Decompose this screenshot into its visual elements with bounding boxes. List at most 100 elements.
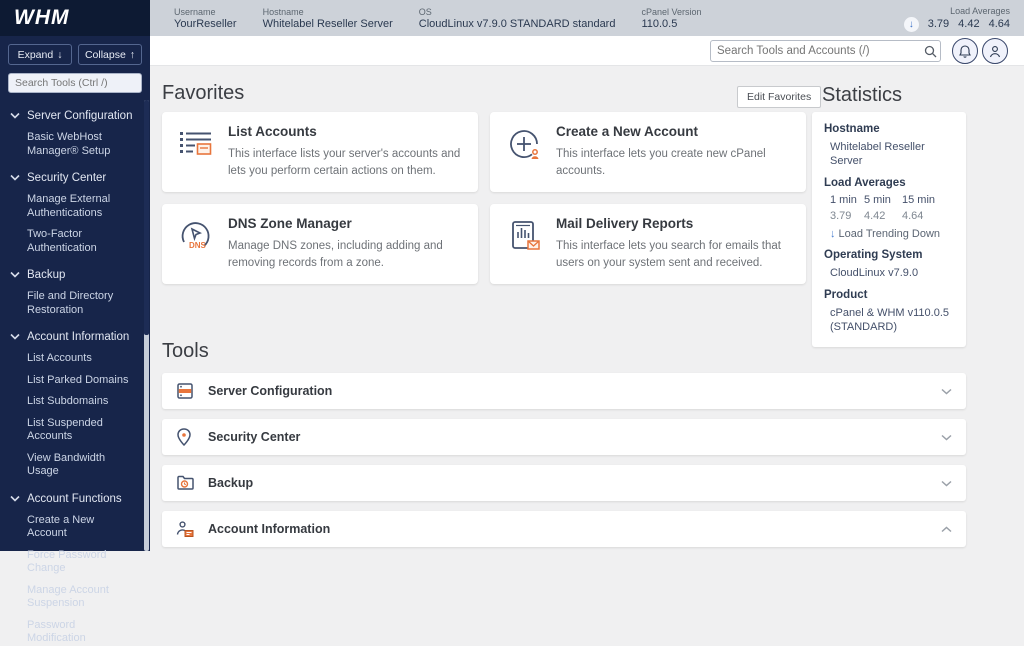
main-header — [150, 36, 1024, 66]
search-icon[interactable] — [920, 45, 940, 58]
create-new-account-icon — [504, 124, 544, 180]
sidebar-item-list-parked-domains[interactable]: List Parked Domains — [27, 374, 136, 388]
chevron-down-icon — [10, 174, 20, 181]
load-averages: Load Averages ↓ 3.79 4.42 4.64 — [903, 5, 1010, 32]
sidebar-nav: Server Configuration Basic WebHost Manag… — [0, 93, 150, 646]
sidebar-item-list-suspended-accounts[interactable]: List Suspended Accounts — [27, 417, 136, 444]
hostname-value: Whitelabel Reseller Server — [262, 17, 393, 30]
tool-group-security-center[interactable]: Security Center — [162, 419, 966, 455]
chevron-down-icon — [10, 112, 20, 119]
section-label: Account Functions — [27, 492, 122, 505]
section-label: Server Configuration — [27, 110, 133, 122]
hostname-stat-label: Hostname — [824, 123, 880, 135]
sidebar-scrollbar-thumb[interactable] — [144, 100, 149, 335]
trend-label: Load Trending Down — [838, 228, 941, 240]
topbar-field-username: Username YourReseller — [174, 6, 237, 31]
account-information-icon — [176, 520, 196, 538]
username-value: YourReseller — [174, 17, 237, 30]
edit-favorites-button[interactable]: Edit Favorites — [737, 86, 822, 108]
sidebar-item-manage-account-suspension[interactable]: Manage Account Suspension — [27, 584, 136, 611]
os-stat-label: Operating System — [824, 249, 923, 261]
card-title: Mail Delivery Reports — [556, 216, 694, 231]
topbar-field-hostname: Hostname Whitelabel Reseller Server — [263, 6, 393, 31]
tools-title: Tools — [162, 340, 209, 362]
hostname-stat-value: Whitelabel Reseller Server — [830, 141, 925, 167]
user-menu-button[interactable] — [982, 38, 1008, 64]
server-configuration-icon — [176, 382, 196, 400]
tool-group-backup[interactable]: Backup — [162, 465, 966, 501]
chevron-down-icon — [941, 480, 952, 487]
sidebar-scrollbar-track[interactable] — [144, 100, 149, 551]
tool-group-label: Backup — [208, 476, 254, 490]
card-list-accounts[interactable]: List Accounts This interface lists your … — [162, 112, 478, 192]
card-title: List Accounts — [228, 124, 317, 139]
sidebar-item-force-password-change[interactable]: Force Password Change — [27, 549, 136, 576]
sidebar-section-account-information[interactable]: Account Information — [10, 330, 136, 344]
card-create-new-account[interactable]: Create a New Account This interface lets… — [490, 112, 806, 192]
sidebar-section-account-functions[interactable]: Account Functions — [10, 492, 136, 506]
sidebar-item-file-and-directory-restoration[interactable]: File and Directory Restoration — [27, 290, 136, 317]
username-label: Username — [174, 6, 216, 17]
tools-accordion: Server Configuration Security Center Bac… — [162, 373, 966, 557]
load-trend-down-icon: ↓ — [903, 16, 919, 32]
product-stat-label: Product — [824, 289, 868, 301]
topbar-info: Username YourReseller Hostname Whitelabe… — [150, 0, 1024, 36]
statistics-panel: Hostname Whitelabel Reseller Server Load… — [812, 112, 966, 347]
arrow-up-icon: ↑ — [129, 48, 136, 61]
notifications-button[interactable] — [952, 38, 978, 64]
sidebar-item-password-modification[interactable]: Password Modification — [27, 619, 136, 646]
tool-group-account-information[interactable]: Account Information — [162, 511, 966, 547]
chevron-down-icon — [10, 495, 20, 502]
section-label: Account Information — [27, 331, 130, 343]
chevron-down-icon — [10, 271, 20, 278]
search-tools-accounts-input[interactable] — [711, 45, 920, 57]
load-val-15min: 4.64 — [902, 210, 924, 222]
collapse-button[interactable]: Collapse ↑ — [78, 44, 142, 65]
expand-label: Expand — [17, 48, 54, 61]
load-val-5min: 4.42 — [864, 210, 886, 222]
bell-icon — [959, 44, 971, 58]
tool-group-label: Account Information — [208, 522, 331, 536]
sidebar-section-server-configuration[interactable]: Server Configuration — [10, 109, 136, 123]
sidebar-section-security-center[interactable]: Security Center — [10, 171, 136, 185]
sidebar-item-view-bandwidth-usage[interactable]: View Bandwidth Usage — [27, 452, 136, 479]
favorites-cards: List Accounts This interface lists your … — [162, 112, 806, 284]
section-label: Security Center — [27, 172, 107, 184]
load-col-1min: 1 min — [830, 194, 857, 206]
whm-logo[interactable]: WHM — [0, 0, 150, 36]
load-1min: 3.79 — [927, 18, 950, 30]
cpanel-version-label: cPanel Version — [641, 6, 702, 17]
card-title: DNS Zone Manager — [228, 216, 352, 231]
card-dns-zone-manager[interactable]: DNS DNS Zone Manager Manage DNS zones, i… — [162, 204, 478, 284]
card-mail-delivery-reports[interactable]: Mail Delivery Reports This interface let… — [490, 204, 806, 284]
load-col-5min: 5 min — [864, 194, 891, 206]
sidebar-item-list-accounts[interactable]: List Accounts — [27, 352, 136, 366]
product-stat-value: cPanel & WHM v110.0.5 (STANDARD) — [830, 307, 950, 333]
whm-logo-text: WHM — [14, 6, 70, 29]
load-5min: 4.42 — [958, 18, 980, 30]
card-description: Manage DNS zones, including adding and r… — [228, 240, 443, 269]
hostname-label: Hostname — [262, 6, 304, 17]
chevron-up-icon — [941, 525, 952, 533]
user-icon — [989, 45, 1001, 57]
chevron-down-icon — [941, 388, 952, 395]
list-accounts-icon — [176, 124, 216, 180]
sidebar-item-two-factor-authentication[interactable]: Two-Factor Authentication — [27, 228, 136, 255]
statistics-title: Statistics — [822, 84, 903, 106]
topbar-field-cpanel-version: cPanel Version 110.0.5 — [641, 6, 701, 31]
os-label: OS — [418, 6, 432, 17]
load-val-1min: 3.79 — [830, 210, 852, 222]
sidebar-search-input[interactable] — [8, 73, 142, 93]
trend-down-arrow-icon: ↓ — [830, 228, 836, 240]
tool-group-server-configuration[interactable]: Server Configuration — [162, 373, 966, 409]
sidebar-item-basic-webhost-manager-setup[interactable]: Basic WebHost Manager® Setup — [27, 131, 136, 158]
card-title: Create a New Account — [556, 124, 699, 139]
sidebar-item-create-a-new-account[interactable]: Create a New Account — [27, 514, 136, 541]
sidebar-item-manage-external-authentications[interactable]: Manage External Authentications — [27, 193, 136, 220]
expand-button[interactable]: Expand ↓ — [8, 44, 72, 65]
os-stat-value: CloudLinux v7.9.0 — [830, 267, 919, 279]
sidebar-section-backup[interactable]: Backup — [10, 268, 136, 282]
load-trend: ↓ Load Trending Down — [830, 228, 954, 240]
sidebar-item-list-subdomains[interactable]: List Subdomains — [27, 395, 136, 409]
dns-zone-manager-icon: DNS — [176, 216, 216, 272]
